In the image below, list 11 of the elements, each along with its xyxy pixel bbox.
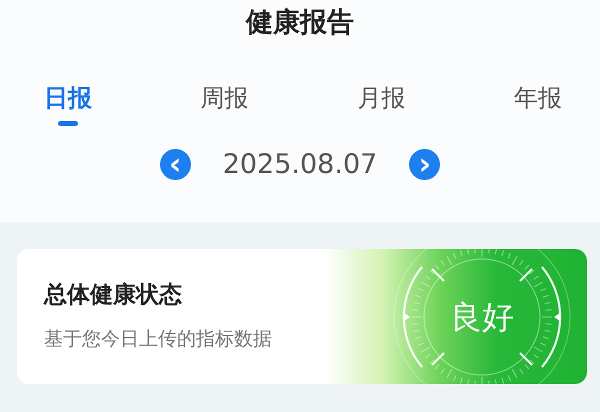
next-day-button[interactable]: ›	[409, 149, 440, 180]
report-tab[interactable]: 周报	[200, 82, 249, 126]
report-tab[interactable]: 月报	[357, 82, 406, 126]
report-tab[interactable]: 年报	[514, 82, 562, 126]
card-subtitle: 基于您今日上传的指标数据	[44, 327, 273, 352]
page-title: 健康报告	[244, 6, 355, 40]
date-label: 2025.08.07	[222, 149, 378, 180]
report-tab[interactable]: 日报	[44, 82, 92, 126]
previous-day-button[interactable]: ‹	[160, 149, 191, 180]
health-status: 良好	[449, 297, 515, 337]
card-title: 总体健康状态	[44, 281, 183, 310]
